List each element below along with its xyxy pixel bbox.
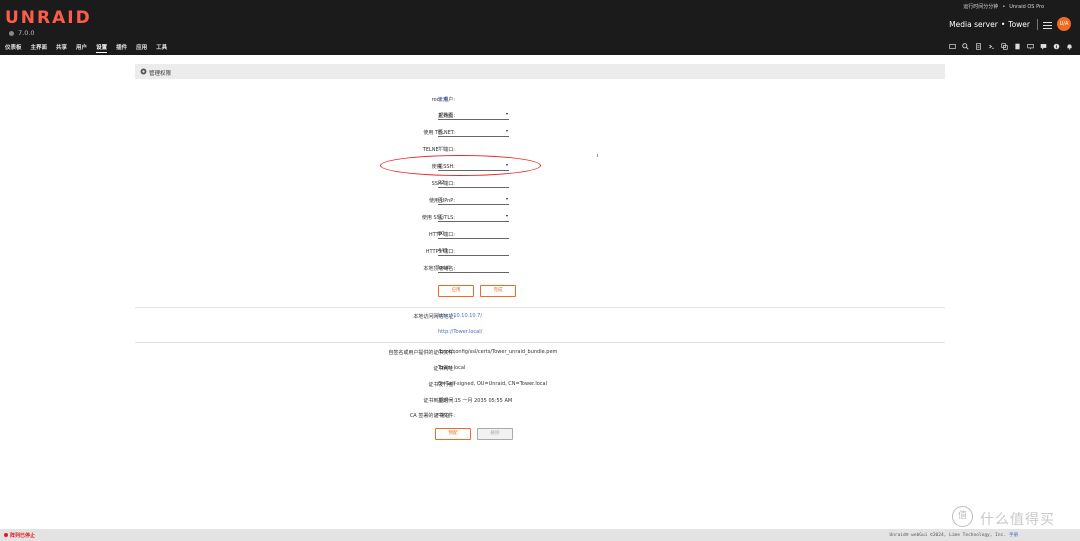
apply-button[interactable]: 应用 [438, 285, 474, 297]
row-cert-expiry: 证书到期时间: 星期一 15 一月 2035 05:55 AM [135, 395, 945, 407]
row-local-access-url-2: http://Tower.local/ [135, 327, 945, 339]
row-http-port: HTTP 端口: 80 [135, 229, 945, 241]
server-description: Media server • Tower [949, 20, 1030, 29]
watermark-text: 什么值得买 [980, 512, 1055, 528]
version-text: 7.0.0 [18, 29, 35, 37]
uptime-text: 运行时间分分钟 [963, 4, 999, 10]
row-root-user: root 用户: 管理 [135, 94, 945, 106]
watermark: 值 什么值得买 [952, 506, 1076, 534]
use-upnp-select[interactable]: 否 [438, 196, 509, 205]
local-tld-input[interactable]: local [438, 264, 509, 273]
unraid-logo[interactable]: UNRAID [5, 8, 92, 28]
row-use-upnp: 使用 UPnP: 否 [135, 195, 945, 207]
stopped-dot-icon [4, 533, 8, 537]
nav-settings[interactable]: 设置 [96, 43, 108, 53]
row-local-tld: 本地顶级域名: local [135, 263, 945, 275]
feedback-icon[interactable] [1040, 43, 1047, 50]
version-label: 7.0.0 [9, 29, 35, 37]
edition-text[interactable]: Unraid OS Pro [1009, 4, 1044, 10]
footer-bar: 阵列已停止 Unraid® webGui ©2024, Lime Technol… [0, 529, 1080, 541]
cert-file-value: /boot/config/ssl/certs/Tower_unraid_bund… [438, 349, 558, 355]
chevron-down-icon [506, 215, 508, 217]
use-telnet-select[interactable]: 否 [438, 128, 509, 137]
row-start-page: 起始页: 主界面 [135, 110, 945, 122]
chevron-down-icon [506, 113, 508, 115]
nav-dashboard[interactable]: 仪表板 [5, 43, 22, 53]
use-ssl-select[interactable]: 否 [438, 213, 509, 222]
nav-plugins[interactable]: 插件 [116, 43, 127, 53]
local-access-hostname-link[interactable]: http://Tower.local/ [438, 329, 482, 335]
root-user-manage-link[interactable]: 管理 [438, 96, 448, 103]
log-icon[interactable] [975, 43, 982, 50]
watermark-logo-icon: 值 [952, 506, 973, 527]
row-https-port: HTTPS 端口: 443 [135, 246, 945, 258]
terminal-window-icon[interactable] [949, 43, 956, 50]
header-divider [1037, 19, 1038, 30]
start-page-select[interactable]: 主界面 [438, 111, 509, 120]
hostname: Tower [1008, 20, 1030, 29]
top-header: UNRAID 7.0.0 运行时间分分钟 • Unraid OS Pro Media… [0, 0, 1080, 55]
avatar[interactable]: U/A [1057, 17, 1071, 31]
chevron-down-icon [506, 198, 508, 200]
array-status: 阵列已停止 [4, 532, 35, 539]
search-icon[interactable] [962, 43, 969, 50]
display-icon[interactable] [1027, 43, 1034, 50]
divider [135, 307, 945, 308]
row-cert-file: 自签名或用户提供的证书文件: /boot/config/ssl/certs/To… [135, 347, 945, 359]
delete-button[interactable]: 删除 [477, 428, 513, 440]
http-port-input[interactable]: 80 [438, 230, 509, 239]
cert-url-value: Tower.local [438, 365, 466, 371]
bell-icon[interactable] [1066, 43, 1073, 50]
row-cert-issuer: 证书发行者: O=Self-signed, OU=Unraid, CN=Towe… [135, 379, 945, 391]
text-cursor-mark [597, 154, 598, 157]
chevron-down-icon [506, 130, 508, 132]
docs-icon[interactable] [1014, 43, 1021, 50]
header-toolbar [949, 43, 1073, 50]
https-port-input[interactable]: 443 [438, 247, 509, 256]
row-telnet-port: TELNET 端口: 23 [135, 144, 945, 156]
copy-icon[interactable] [1001, 43, 1008, 50]
ssh-port-input[interactable]: 22 [438, 179, 509, 188]
row-use-ssl: 使用 SSL/TLS: 否 [135, 212, 945, 224]
top-info: 运行时间分分钟 • Unraid OS Pro [963, 4, 1044, 10]
info-icon[interactable] [1053, 43, 1060, 50]
nav-shares[interactable]: 共享 [56, 43, 67, 53]
nav-apps[interactable]: 应用 [136, 43, 147, 53]
hamburger-menu-icon[interactable] [1043, 20, 1052, 29]
nav-tools[interactable]: 工具 [156, 43, 167, 53]
nav-main[interactable]: 主界面 [31, 43, 48, 53]
panel-title-bar: 管理权限 [135, 64, 945, 79]
row-cert-url: 证书网址: Tower.local [135, 363, 945, 375]
ca-file-value: 不存在 [435, 413, 451, 419]
main-nav: 仪表板 主界面 共享 用户 设置 插件 应用 工具 [5, 43, 167, 53]
server-name: Media server [949, 20, 998, 29]
nav-users[interactable]: 用户 [76, 43, 87, 53]
console-icon[interactable] [988, 43, 995, 50]
local-access-ip-link[interactable]: http://10.10.10.7/ [438, 313, 482, 319]
row-local-access-url: 本地访问网络地址: http://10.10.10.7/ [135, 311, 945, 323]
done-button[interactable]: 完成 [480, 285, 516, 297]
panel-title: 管理权限 [149, 70, 172, 77]
gear-icon [140, 68, 147, 75]
cert-expiry-value: 星期一 15 一月 2035 05:55 AM [438, 398, 513, 404]
ssh-highlight-annotation [380, 155, 541, 176]
cert-issuer-value: O=Self-signed, OU=Unraid, CN=Tower.local [438, 381, 547, 387]
divider [135, 342, 945, 343]
status-dot-icon [9, 30, 14, 36]
provision-button[interactable]: 预配 [435, 428, 471, 440]
row-ssh-port: SSH 端口: 22 [135, 178, 945, 190]
row-use-telnet: 使用 TELNET: 否 [135, 127, 945, 139]
row-ca-file: CA 签署的证书文件: 不存在 [135, 410, 945, 422]
telnet-port-value: 23 [438, 146, 445, 152]
